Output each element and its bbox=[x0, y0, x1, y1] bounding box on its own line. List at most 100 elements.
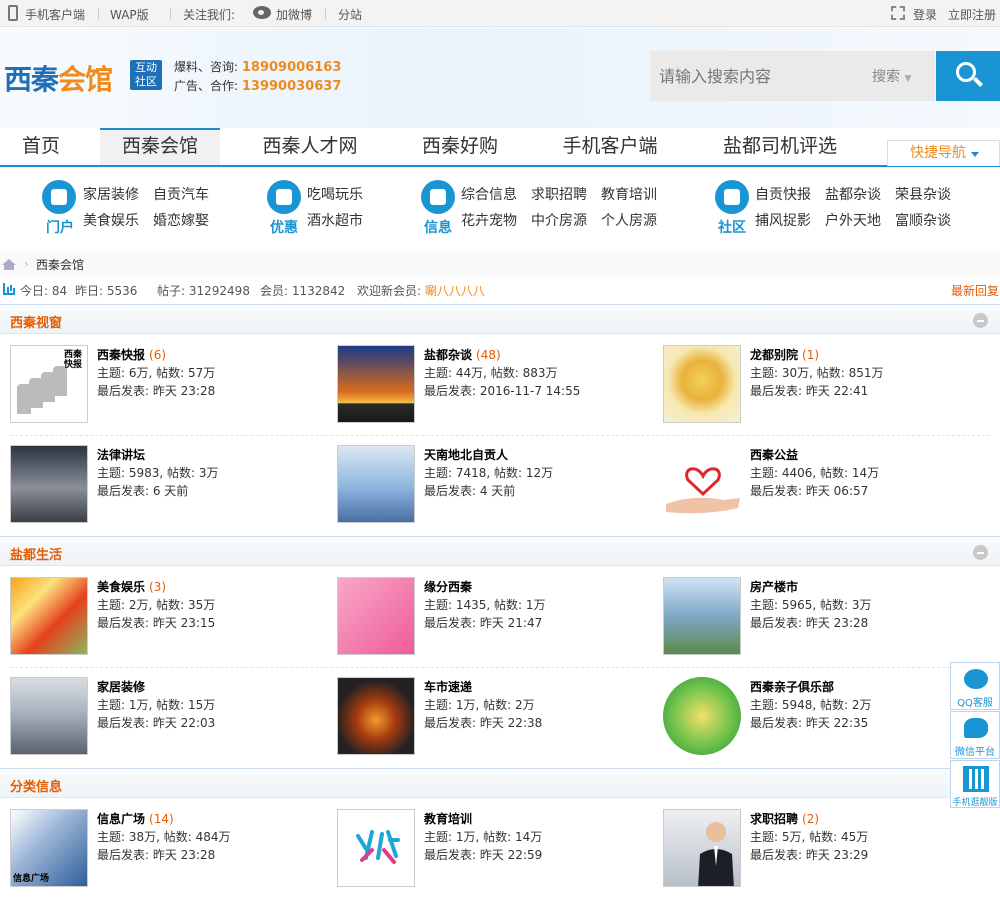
subnav-link[interactable]: 家居装修 bbox=[83, 184, 139, 204]
quick-nav-button[interactable]: 快捷导航 bbox=[887, 140, 1000, 166]
divider bbox=[10, 667, 990, 668]
forum-thumbnail[interactable] bbox=[337, 445, 415, 523]
forum-last-post[interactable]: 最后发表: 昨天 22:38 bbox=[424, 714, 542, 731]
forum-name[interactable]: 西秦快报 (6) bbox=[97, 346, 166, 363]
forum-last-post[interactable]: 最后发表: 2016-11-7 14:55 bbox=[424, 382, 580, 399]
forum-thumbnail[interactable] bbox=[337, 809, 415, 887]
latest-replies-link[interactable]: 最新回复 bbox=[951, 282, 999, 299]
divider bbox=[10, 435, 990, 436]
subnav-link[interactable]: 富顺杂谈 bbox=[895, 210, 951, 230]
mobile-version-button[interactable]: 手机逛靓版 bbox=[950, 760, 1000, 808]
subnav-link[interactable]: 自贡快报 bbox=[755, 184, 811, 204]
login-link[interactable]: 登录 bbox=[913, 6, 937, 23]
divider bbox=[170, 8, 171, 20]
nav-driver-vote[interactable]: 盐都司机评选 bbox=[705, 128, 855, 165]
new-member-link[interactable]: 唰八八八八 bbox=[425, 284, 485, 298]
mobile-client-link[interactable]: 手机客户端 bbox=[25, 6, 85, 23]
subnav-link[interactable]: 求职招聘 bbox=[531, 184, 587, 204]
forum-last-post[interactable]: 最后发表: 昨天 23:28 bbox=[97, 382, 215, 399]
register-link[interactable]: 立即注册 bbox=[948, 6, 996, 23]
nav-talent[interactable]: 西秦人才网 bbox=[245, 128, 375, 165]
subnav-link[interactable]: 综合信息 bbox=[461, 184, 517, 204]
section-title[interactable]: 盐都生活 bbox=[10, 544, 62, 563]
forum-thumbnail[interactable] bbox=[10, 577, 88, 655]
wechat-button[interactable]: 微信平台 bbox=[950, 711, 1000, 759]
forum-thumbnail[interactable] bbox=[663, 345, 741, 423]
forum-name[interactable]: 求职招聘 (2) bbox=[750, 810, 819, 827]
wap-link[interactable]: WAP版 bbox=[110, 6, 149, 23]
forum-name[interactable]: 车市速递 bbox=[424, 678, 476, 695]
forum-item: 缘分西秦 主题: 1435, 帖数: 1万 最后发表: 昨天 21:47 bbox=[337, 577, 663, 657]
nav-mobile-client[interactable]: 手机客户端 bbox=[545, 128, 675, 165]
forum-name[interactable]: 盐都杂谈 (48) bbox=[424, 346, 501, 363]
forum-name[interactable]: 教育培训 bbox=[424, 810, 476, 827]
forum-last-post[interactable]: 最后发表: 4 天前 bbox=[424, 482, 515, 499]
forum-last-post[interactable]: 最后发表: 昨天 21:47 bbox=[424, 614, 542, 631]
forum-name[interactable]: 西秦公益 bbox=[750, 446, 802, 463]
subnav-link[interactable]: 盐都杂谈 bbox=[825, 184, 881, 204]
section-title[interactable]: 西秦视窗 bbox=[10, 312, 62, 331]
forum-thumbnail[interactable] bbox=[663, 577, 741, 655]
expand-icon[interactable] bbox=[891, 6, 905, 20]
collapse-icon[interactable] bbox=[973, 313, 988, 328]
forum-thumbnail[interactable]: 信息广场 bbox=[10, 809, 88, 887]
forum-last-post[interactable]: 最后发表: 昨天 22:03 bbox=[97, 714, 215, 731]
breadcrumb-current[interactable]: 西秦会馆 bbox=[36, 256, 84, 273]
forum-last-post[interactable]: 最后发表: 昨天 23:28 bbox=[750, 614, 868, 631]
forum-last-post[interactable]: 最后发表: 6 天前 bbox=[97, 482, 188, 499]
forum-last-post[interactable]: 最后发表: 昨天 22:59 bbox=[424, 846, 542, 863]
nav-shop[interactable]: 西秦好购 bbox=[405, 128, 515, 165]
forum-thumbnail[interactable] bbox=[663, 677, 741, 755]
forum-thumbnail[interactable] bbox=[663, 809, 741, 887]
search-type-select[interactable]: 搜索 ▼ bbox=[872, 66, 911, 86]
subnav-link[interactable]: 捕风捉影 bbox=[755, 210, 811, 230]
collapse-icon[interactable] bbox=[973, 545, 988, 560]
forum-name[interactable]: 信息广场 (14) bbox=[97, 810, 174, 827]
forum-thumbnail[interactable]: 西秦快报 bbox=[10, 345, 88, 423]
forum-name[interactable]: 家居装修 bbox=[97, 678, 149, 695]
substation-link[interactable]: 分站 bbox=[338, 6, 362, 23]
weibo-link[interactable]: 加微博 bbox=[276, 6, 312, 23]
weibo-icon[interactable] bbox=[253, 6, 271, 19]
section-title[interactable]: 分类信息 bbox=[10, 776, 62, 795]
forum-name[interactable]: 房产楼市 bbox=[750, 578, 802, 595]
subnav-link[interactable]: 个人房源 bbox=[601, 210, 657, 230]
forum-thumbnail[interactable] bbox=[663, 445, 741, 523]
forum-last-post[interactable]: 最后发表: 昨天 06:57 bbox=[750, 482, 868, 499]
forum-last-post[interactable]: 最后发表: 昨天 23:15 bbox=[97, 614, 215, 631]
search-input[interactable] bbox=[650, 51, 860, 101]
phone-icon bbox=[8, 5, 18, 21]
subnav-link[interactable]: 美食娱乐 bbox=[83, 210, 139, 230]
forum-last-post[interactable]: 最后发表: 昨天 22:35 bbox=[750, 714, 868, 731]
forum-thumbnail[interactable] bbox=[337, 677, 415, 755]
subnav-link[interactable]: 花卉宠物 bbox=[461, 210, 517, 230]
forum-thumbnail[interactable] bbox=[337, 577, 415, 655]
forum-thumbnail[interactable] bbox=[10, 445, 88, 523]
forum-thumbnail[interactable] bbox=[10, 677, 88, 755]
forum-name[interactable]: 西秦亲子俱乐部 bbox=[750, 678, 838, 695]
forum-name[interactable]: 龙都别院 (1) bbox=[750, 346, 819, 363]
forum-name[interactable]: 天南地北自贡人 bbox=[424, 446, 512, 463]
subnav-link[interactable]: 户外天地 bbox=[825, 210, 881, 230]
forum-name[interactable]: 美食娱乐 (3) bbox=[97, 578, 166, 595]
forum-name[interactable]: 缘分西秦 bbox=[424, 578, 476, 595]
forum-last-post[interactable]: 最后发表: 昨天 22:41 bbox=[750, 382, 868, 399]
nav-home[interactable]: 首页 bbox=[0, 128, 82, 165]
forum-last-post[interactable]: 最后发表: 昨天 23:29 bbox=[750, 846, 868, 863]
forum-thumbnail[interactable] bbox=[337, 345, 415, 423]
forum-last-post[interactable]: 最后发表: 昨天 23:28 bbox=[97, 846, 215, 863]
nav-xiqin-club[interactable]: 西秦会馆 bbox=[100, 128, 220, 165]
forum-item: 天南地北自贡人 主题: 7418, 帖数: 12万 最后发表: 4 天前 bbox=[337, 445, 663, 525]
subnav-link[interactable]: 荣县杂谈 bbox=[895, 184, 951, 204]
subnav-link[interactable]: 中介房源 bbox=[531, 210, 587, 230]
home-icon[interactable] bbox=[2, 259, 16, 270]
forum-name[interactable]: 法律讲坛 bbox=[97, 446, 149, 463]
subnav-link[interactable]: 自贡汽车 bbox=[153, 184, 209, 204]
breadcrumb: › 西秦会馆 bbox=[0, 251, 1000, 277]
qq-service-button[interactable]: QQ客服 bbox=[950, 662, 1000, 710]
search-button[interactable] bbox=[936, 51, 1000, 101]
subnav-link[interactable]: 婚恋嫁娶 bbox=[153, 210, 209, 230]
subnav-link[interactable]: 酒水超市 bbox=[307, 210, 363, 230]
subnav-link[interactable]: 吃喝玩乐 bbox=[307, 184, 363, 204]
subnav-link[interactable]: 教育培训 bbox=[601, 184, 657, 204]
